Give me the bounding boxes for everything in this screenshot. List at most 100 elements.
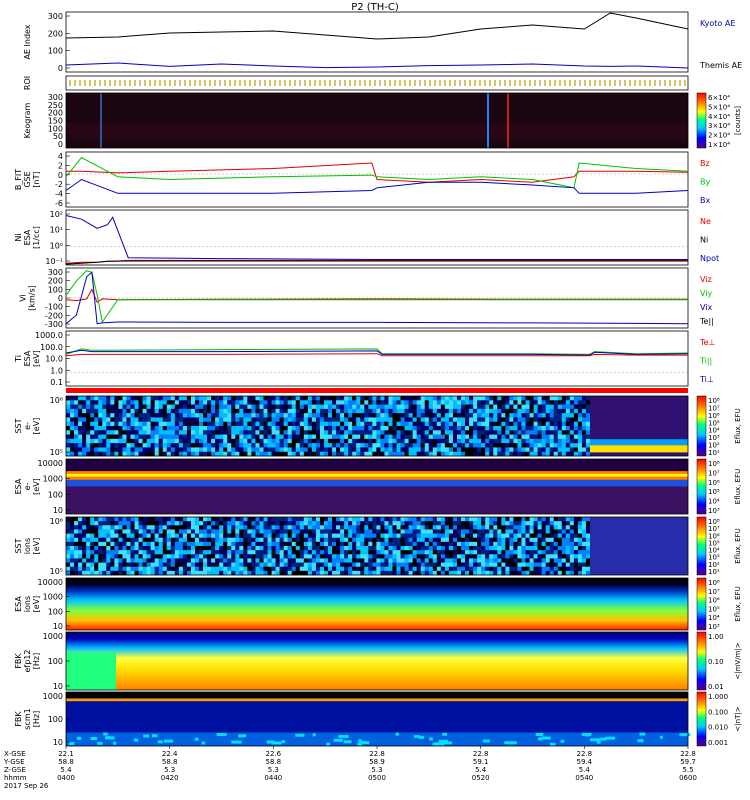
y-tick-label: 4 [58, 152, 63, 161]
spectrogram-cell [231, 562, 236, 568]
spectrogram-cell [78, 447, 83, 453]
spectrogram-cell [70, 541, 75, 547]
spectrogram-cell [473, 396, 478, 401]
spectrogram-cell [485, 430, 490, 435]
spectrogram-cell [271, 566, 276, 572]
spectrogram-cell [70, 434, 75, 440]
spectrogram-cell [271, 525, 276, 530]
spectrogram-cell [424, 404, 430, 410]
spectrogram-cell [340, 434, 345, 440]
spectrogram-cell [203, 408, 208, 414]
spectrogram-cell [372, 537, 377, 543]
spectrogram-cell [501, 447, 506, 453]
spectrogram-cell [247, 426, 252, 431]
spectrogram-cell [368, 521, 373, 526]
series-line [65, 353, 688, 357]
spectrogram-cell [360, 517, 365, 522]
spectrogram-cell [130, 421, 135, 427]
spectrogram-cell [82, 421, 87, 427]
spectrogram-cell [380, 396, 385, 401]
spectrogram-cell [384, 404, 389, 410]
spectrogram-cell [247, 417, 252, 423]
spectrogram-cell [420, 550, 426, 555]
spectrogram-cell [376, 413, 381, 418]
spectrogram-cell [307, 525, 313, 530]
spectrogram-cell [243, 443, 248, 448]
spectrogram-cell [372, 421, 377, 427]
spectrogram-cell [263, 404, 268, 410]
spectrogram-cell [529, 434, 534, 440]
spectrogram-cell [452, 541, 458, 547]
spectrogram-cell [561, 562, 567, 568]
spectrogram-cell [263, 438, 268, 444]
spectrogram-cell [307, 546, 313, 551]
spectrogram-cell [315, 533, 321, 539]
spectrogram-cell [352, 408, 357, 414]
y-tick-label: -6 [55, 199, 63, 208]
spectrogram-cell [106, 517, 111, 522]
spectrogram-cell [537, 521, 542, 526]
spectrogram-cell [444, 426, 450, 431]
y-tick-label: 300 [48, 12, 63, 21]
spectrogram-cell [239, 413, 244, 418]
spectrogram-cell [585, 400, 591, 405]
spectrogram-cell [170, 529, 176, 534]
spectrogram-cell [295, 525, 301, 530]
spectrogram-cell [150, 562, 155, 568]
spectrogram-cell [287, 558, 293, 563]
spectrogram-cell [190, 421, 196, 427]
spectrogram-cell [102, 550, 107, 555]
spectrogram-cell [211, 417, 216, 423]
spectrogram-cell [307, 566, 313, 572]
spectrogram-cell [231, 434, 236, 440]
spectrogram-cell [263, 550, 268, 555]
spectrogram-cell [489, 421, 494, 427]
spectrogram-cell [533, 396, 538, 401]
spectrogram-cell [263, 443, 268, 448]
spectrogram-cell [247, 434, 252, 440]
spectrogram-cell [243, 400, 248, 405]
spectrogram-cell [585, 404, 591, 410]
spectrogram-cell [561, 525, 567, 530]
spectrogram-cell [231, 396, 236, 401]
spectrogram-cell [231, 421, 236, 427]
spectrogram-cell [166, 421, 172, 427]
colorbar-label: 10⁶ [708, 597, 720, 605]
spectrogram-cell [368, 537, 373, 543]
spectrogram-cell [501, 404, 506, 410]
spectrogram-cell [307, 517, 313, 522]
spectrogram-cell [150, 546, 155, 551]
panel-stack: 3002001000AE IndexKyoto AEThemis AEROI30… [14, 11, 742, 747]
spectrogram-cell [235, 541, 240, 547]
spectrogram-cell [263, 521, 268, 526]
spectrogram-cell [182, 541, 188, 547]
spectrogram-cell [565, 558, 571, 563]
spectrogram-cell [364, 447, 369, 453]
spectrogram-cell [130, 546, 135, 551]
spectrogram-cell [215, 533, 220, 539]
spectrogram-cell [295, 417, 301, 423]
spectrogram-cell [477, 566, 482, 572]
spectrogram-cell [416, 529, 422, 534]
spectrogram-cell [473, 443, 478, 448]
spectrogram-cell [452, 529, 458, 534]
spectrogram-cell [279, 558, 284, 563]
spectrogram-cell [287, 537, 293, 543]
spectrogram-cell [134, 566, 139, 572]
spectrogram-cell [372, 546, 377, 551]
spectrogram-cell [231, 525, 236, 530]
spectrogram-cell [251, 413, 256, 418]
spectrogram-cell [227, 443, 232, 448]
spectrogram-cell [194, 430, 200, 435]
spectrogram-cell [561, 430, 567, 435]
spectrogram-cell [142, 417, 147, 423]
spectrogram-cell [489, 521, 494, 526]
spectrogram-cell [557, 426, 563, 431]
spectrogram-cell [573, 558, 579, 563]
spectrogram-cell [263, 447, 268, 453]
spectrogram-cell [440, 554, 446, 559]
spectrogram-cell [118, 438, 123, 444]
spectrogram-cell [352, 517, 357, 522]
spectrogram-cell [569, 537, 575, 543]
spectrogram-cell [424, 417, 430, 423]
